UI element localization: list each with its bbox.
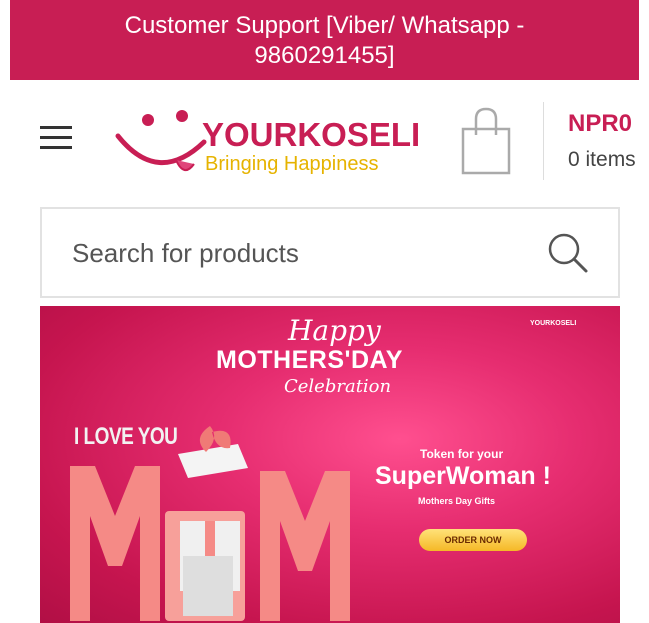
site-logo[interactable]: YOURKOSELI Bringing Happiness: [108, 98, 420, 190]
search-icon[interactable]: [542, 227, 594, 279]
banner-mothers-day: MOTHERS'DAY: [216, 346, 403, 374]
order-now-button[interactable]: ORDER NOW: [419, 529, 527, 551]
banner-small-logo: YOURKOSELI: [530, 320, 577, 327]
support-text-line2: 9860291455]: [254, 42, 395, 69]
banner-token-text: Token for your: [420, 447, 504, 461]
banner-gifts-text: Mothers Day Gifts: [418, 496, 496, 506]
banner-happy: Happy: [288, 314, 381, 347]
search-box: [40, 207, 620, 298]
banner-celebration: Celebration: [284, 376, 392, 397]
header-divider: [543, 102, 544, 180]
shopping-bag-icon[interactable]: [458, 105, 514, 175]
mothers-day-banner[interactable]: Happy MOTHERS'DAY Celebration YOURKOSELI…: [40, 306, 620, 623]
logo-title: YOURKOSELI: [202, 116, 421, 153]
banner-superwoman: SuperWoman !: [375, 462, 551, 490]
banner-i-love-you: I LOVE YOU: [74, 424, 178, 451]
cart-total[interactable]: NPR0: [568, 110, 649, 138]
logo-tagline: Bringing Happiness: [205, 153, 379, 175]
menu-icon[interactable]: [40, 126, 72, 152]
search-input[interactable]: [72, 231, 512, 275]
cart-item-count[interactable]: 0 items: [568, 148, 649, 172]
mom-gift-illustration: [70, 426, 350, 621]
site-header: YOURKOSELI Bringing Happiness NPR0 0 ite…: [0, 80, 649, 200]
customer-support-bar: Customer Support [Viber/ Whatsapp - 9860…: [10, 0, 639, 80]
support-text-line1: Customer Support [Viber/ Whatsapp -: [124, 12, 525, 39]
